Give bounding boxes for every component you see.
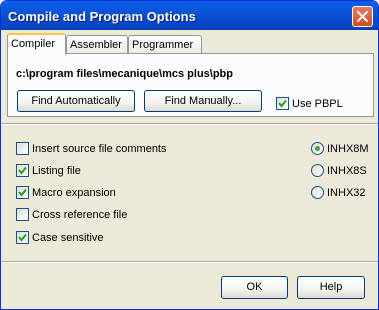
- footer-divider: [1, 261, 378, 263]
- cross-reference-file-label: Cross reference file: [32, 209, 128, 221]
- close-button[interactable]: [352, 6, 373, 27]
- tab-compiler[interactable]: Compiler: [7, 33, 66, 55]
- checkmark-icon: [18, 233, 27, 242]
- use-pbpl-checkbox[interactable]: [276, 97, 289, 110]
- checkmark-icon: [18, 166, 27, 175]
- macro-expansion-checkbox[interactable]: [16, 186, 29, 199]
- inhx8s-label: INHX8S: [327, 165, 367, 177]
- inhx8m-label: INHX8M: [327, 143, 369, 155]
- radio-selected-dot: [315, 146, 320, 151]
- use-pbpl-label: Use PBPL: [292, 98, 343, 110]
- macro-expansion-label: Macro expansion: [32, 187, 116, 199]
- ok-button[interactable]: OK: [221, 276, 288, 299]
- inhx32-label: INHX32: [327, 187, 366, 199]
- cross-reference-file-checkbox[interactable]: [16, 208, 29, 221]
- options-dialog: Compile and Program Options Compiler Ass…: [0, 0, 379, 310]
- insert-source-comments-label: Insert source file comments: [32, 143, 167, 155]
- help-button[interactable]: Help: [297, 276, 365, 299]
- case-sensitive-label: Case sensitive: [32, 232, 104, 244]
- checkmark-icon: [18, 188, 27, 197]
- find-manually-button[interactable]: Find Manually...: [144, 90, 262, 112]
- section-divider: [1, 123, 378, 125]
- title-bar[interactable]: Compile and Program Options: [1, 1, 378, 30]
- inhx8s-radio[interactable]: [311, 164, 324, 177]
- window-title: Compile and Program Options: [8, 9, 196, 24]
- inhx32-radio[interactable]: [311, 186, 324, 199]
- insert-source-comments-checkbox[interactable]: [16, 142, 29, 155]
- inhx8m-radio[interactable]: [311, 142, 324, 155]
- listing-file-label: Listing file: [32, 165, 81, 177]
- find-automatically-button[interactable]: Find Automatically: [17, 90, 135, 112]
- tab-assembler[interactable]: Assembler: [66, 35, 128, 53]
- tab-programmer[interactable]: Programmer: [128, 35, 202, 53]
- compiler-path: c:\program files\mecanique\mcs plus\pbp: [16, 68, 233, 80]
- case-sensitive-checkbox[interactable]: [16, 231, 29, 244]
- listing-file-checkbox[interactable]: [16, 164, 29, 177]
- close-icon: [357, 11, 368, 22]
- checkmark-icon: [278, 99, 287, 108]
- compiler-tab-panel: c:\program files\mecanique\mcs plus\pbp …: [7, 53, 374, 117]
